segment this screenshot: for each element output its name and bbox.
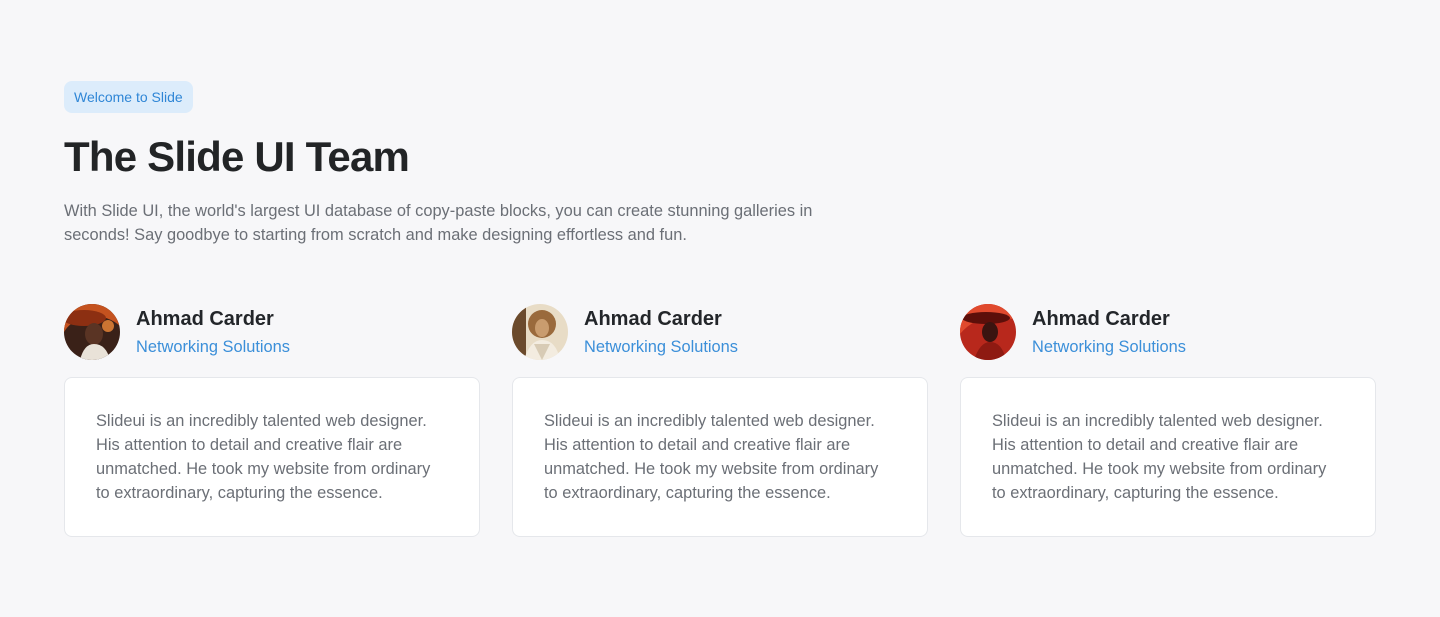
page-description: With Slide UI, the world's largest UI da…: [64, 202, 813, 244]
team-member: Ahmad Carder Networking Solutions Slideu…: [960, 304, 1376, 537]
testimonial-card: Slideui is an incredibly talented web de…: [960, 377, 1376, 537]
page-title: The Slide UI Team: [64, 133, 410, 180]
team-member: Ahmad Carder Networking Solutions Slideu…: [64, 304, 480, 537]
avatar: [64, 304, 120, 360]
avatar: [512, 304, 568, 360]
testimonial-text: Slideui is an incredibly talented web de…: [96, 412, 431, 502]
member-name: Ahmad Carder: [1032, 308, 1170, 330]
avatar: [960, 304, 1016, 360]
member-header: Ahmad Carder Networking Solutions: [64, 304, 480, 360]
member-header: Ahmad Carder Networking Solutions: [512, 304, 928, 360]
team-section: Welcome to Slide The Slide UI Team With …: [0, 0, 1440, 617]
member-name: Ahmad Carder: [136, 308, 274, 330]
testimonial-text: Slideui is an incredibly talented web de…: [992, 412, 1327, 502]
team-member: Ahmad Carder Networking Solutions Slideu…: [512, 304, 928, 537]
testimonial-card: Slideui is an incredibly talented web de…: [64, 377, 480, 537]
welcome-badge: Welcome to Slide: [64, 81, 193, 113]
member-role: Networking Solutions: [584, 338, 738, 356]
team-grid: Ahmad Carder Networking Solutions Slideu…: [64, 304, 1376, 537]
testimonial-card: Slideui is an incredibly talented web de…: [512, 377, 928, 537]
member-role: Networking Solutions: [1032, 338, 1186, 356]
member-name: Ahmad Carder: [584, 308, 722, 330]
member-role: Networking Solutions: [136, 338, 290, 356]
member-header: Ahmad Carder Networking Solutions: [960, 304, 1376, 360]
testimonial-text: Slideui is an incredibly talented web de…: [544, 412, 879, 502]
